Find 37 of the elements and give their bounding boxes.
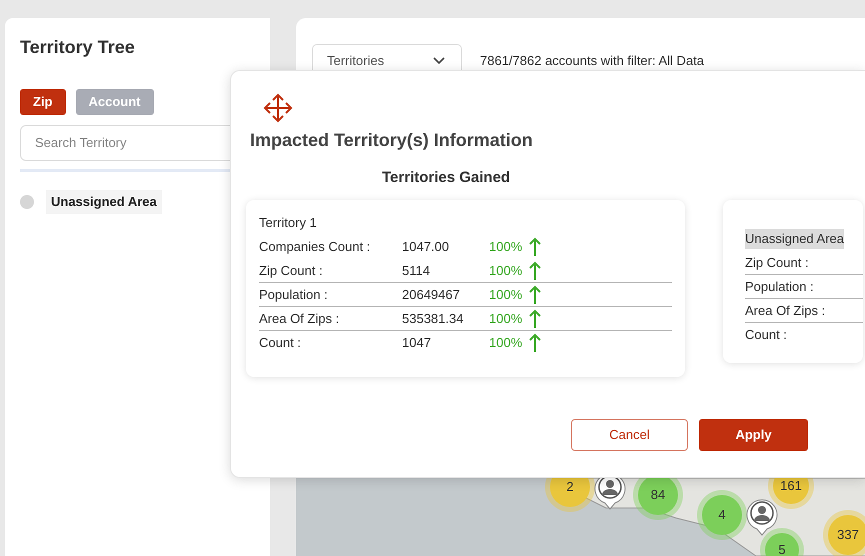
row-label: Area Of Zips : [259,310,340,328]
chevron-down-icon [433,57,445,65]
row-label: Zip Count : [259,262,324,280]
toggle-button[interactable]: Zip [20,89,66,115]
person-pin-icon[interactable] [746,498,778,536]
arrow-up-icon [529,284,541,304]
row-value: 1047 [402,334,432,352]
row-label: Zip Count : [745,254,810,272]
row-label: Population : [259,286,329,304]
change-percent: 100% [489,238,524,256]
row-value: 535381.34 [402,310,464,328]
dropdown-value: Territories [327,52,384,70]
cancel-button[interactable]: Cancel [571,419,688,451]
row-label: Population : [745,278,815,296]
row-label: Area Of Zips : [745,302,826,320]
change-percent: 100% [489,310,524,328]
change-percent: 100% [489,286,524,304]
change-percent: 100% [489,334,524,352]
row-label: Count : [259,334,302,352]
section-title: Territories Gained [382,168,510,188]
apply-button[interactable]: Apply [699,419,808,451]
row-value: 20649467 [402,286,461,304]
arrow-up-icon [529,237,541,257]
card-header: Unassigned Area [745,229,844,248]
tree-item[interactable]: Unassigned Area [46,190,162,214]
row-value: 1047.00 [402,238,450,256]
arrow-up-icon [529,260,541,280]
row-label: Count : [745,326,788,344]
arrow-up-icon [529,333,541,353]
change-percent: 100% [489,262,524,280]
row-value: 5114 [402,262,431,280]
filter-summary: 7861/7862 accounts with filter: All Data [480,52,704,70]
arrow-up-icon [529,308,541,328]
card-header: Territory 1 [259,215,318,231]
row-label: Companies Count : [259,238,372,256]
panel-title: Territory Tree [20,36,136,59]
move-icon[interactable] [263,93,293,123]
